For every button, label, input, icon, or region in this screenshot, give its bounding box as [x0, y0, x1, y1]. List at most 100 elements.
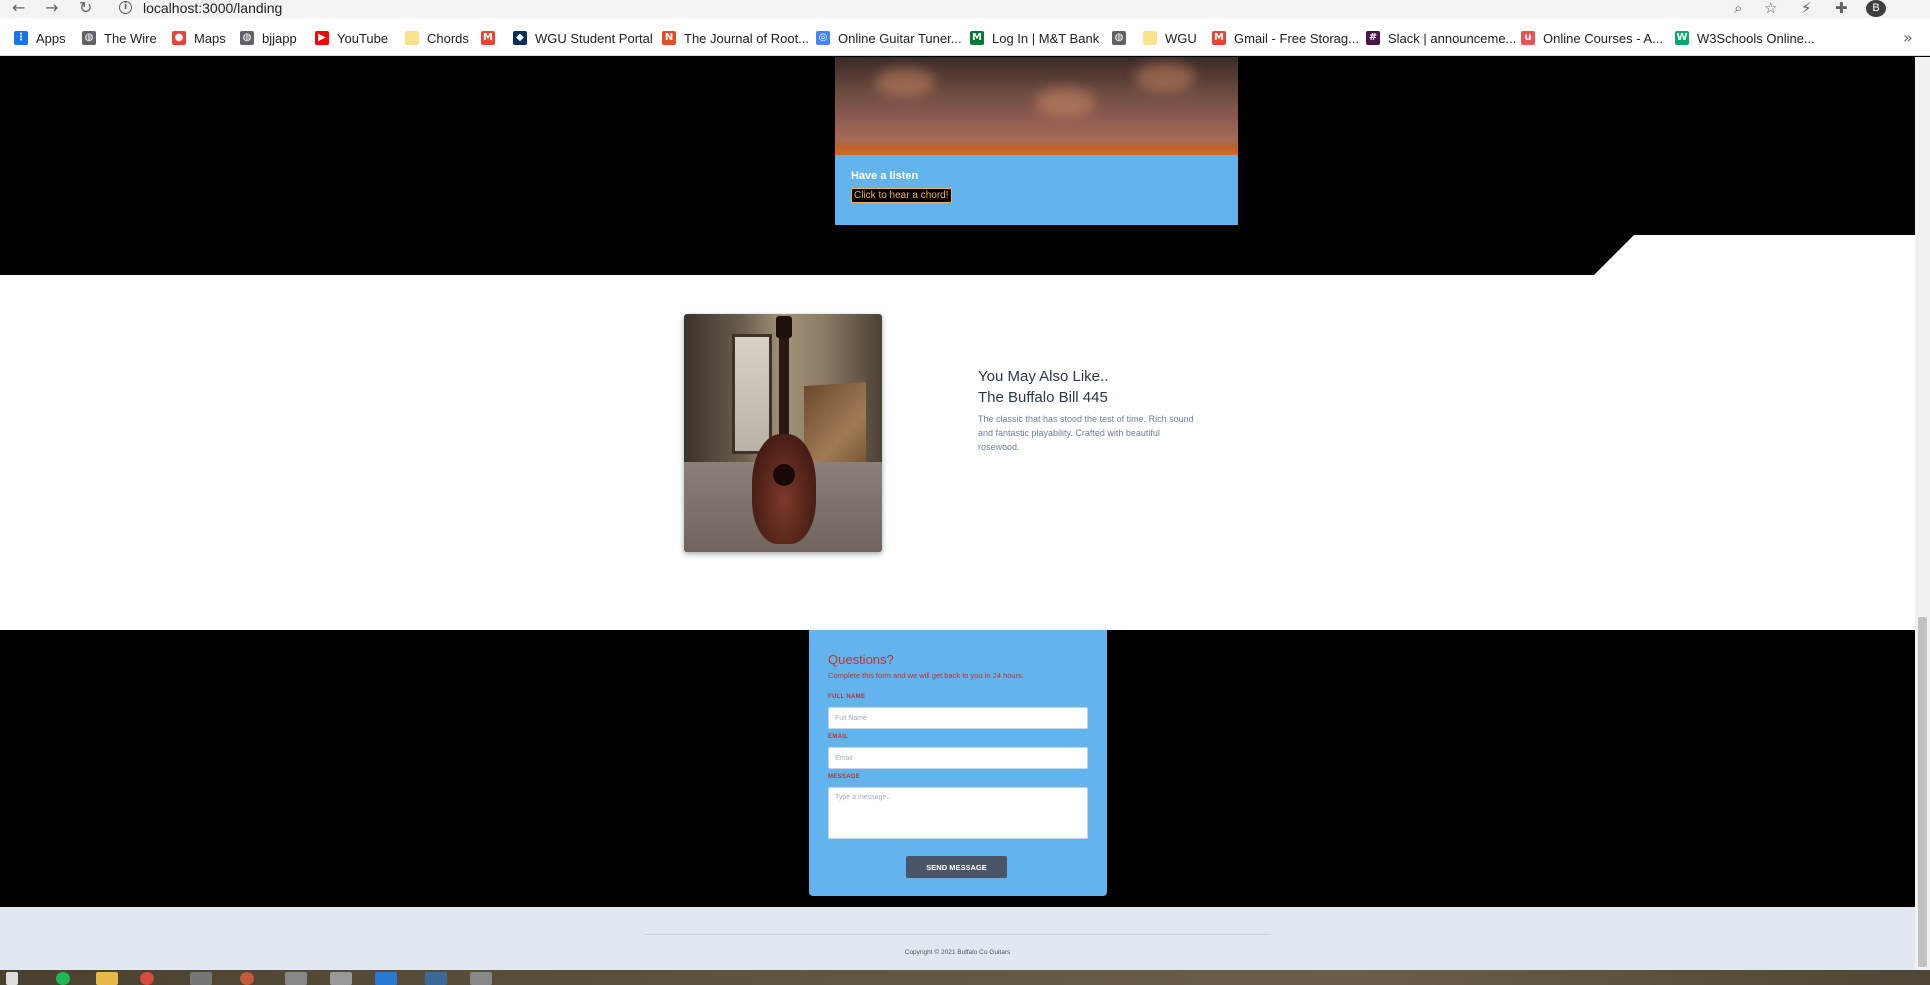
bookmark-item[interactable]: M Log In | M&T Bank: [970, 29, 1099, 47]
page-scrollbar[interactable]: [1915, 57, 1930, 970]
youtube-icon: ▶: [315, 31, 329, 45]
windows-start-icon[interactable]: [6, 972, 18, 985]
udemy-icon: u: [1521, 31, 1535, 45]
bookmark-item[interactable]: N The Journal of Root...: [662, 29, 809, 47]
spotify-icon[interactable]: [56, 972, 70, 985]
apps-grid-icon: ⋮: [14, 31, 28, 45]
bookmark-item[interactable]: ⋮ Apps: [14, 29, 66, 47]
forward-arrow-icon[interactable]: →: [45, 0, 58, 16]
message-label: MESSAGE: [828, 774, 861, 780]
bookmark-label: The Journal of Root...: [684, 30, 810, 46]
bookmark-label: WGU Student Portal: [535, 30, 653, 46]
gmail-icon: M: [481, 31, 495, 45]
bookmark-item[interactable]: ◍ bjjapp: [240, 29, 297, 47]
hear-chord-button[interactable]: Click to hear a chord!: [851, 188, 952, 203]
email-input[interactable]: [828, 747, 1088, 769]
gmail-icon: M: [1212, 31, 1226, 45]
bookmark-label: WGU: [1165, 30, 1197, 46]
contact-section: Questions? Complete this form and we wil…: [0, 630, 1915, 907]
bookmark-item[interactable]: M: [481, 29, 503, 47]
bookmark-label: Log In | M&T Bank: [992, 30, 1100, 46]
bookmark-item[interactable]: Chords: [405, 29, 469, 47]
section-divider-slant: [1594, 235, 1915, 275]
bookmark-item[interactable]: WGU: [1143, 29, 1197, 47]
bookmark-label: Gmail - Free Storag...: [1234, 30, 1359, 46]
bookmark-item[interactable]: ● Maps: [172, 29, 226, 47]
bookmark-item[interactable]: ◆ WGU Student Portal: [513, 29, 653, 47]
scrollbar-thumb[interactable]: [1918, 617, 1927, 967]
bookmark-item[interactable]: ◍ The Wire: [82, 29, 157, 47]
back-arrow-icon[interactable]: ←: [12, 0, 25, 16]
footer-copyright: Copyright © 2021 Buffalo Co Guitars: [904, 949, 1011, 956]
product-description: The classic that has stood the test of t…: [978, 414, 1194, 452]
url-field[interactable]: localhost:3000/landing: [143, 0, 282, 16]
footer: Copyright © 2021 Buffalo Co Guitars: [0, 907, 1915, 970]
bookmark-item[interactable]: W W3Schools Online...: [1675, 29, 1815, 47]
os-taskbar: [0, 970, 1930, 985]
send-message-button[interactable]: SEND MESSAGE: [906, 856, 1007, 878]
fullname-label: FULL NAME: [828, 694, 866, 700]
tuner-icon: ◎: [816, 31, 830, 45]
bookmark-item[interactable]: ◍: [1112, 29, 1134, 47]
form-subtitle: Complete this form and we will get back …: [828, 671, 1024, 680]
zoom-icon[interactable]: ⌕: [1734, 0, 1742, 16]
file-explorer-icon[interactable]: [96, 972, 118, 985]
bookmark-item[interactable]: ◎ Online Guitar Tuner...: [816, 29, 962, 47]
bookmark-label: Online Guitar Tuner...: [838, 30, 962, 46]
nd-icon: N: [662, 31, 676, 45]
taskbar-app-icon[interactable]: [190, 972, 212, 985]
bookmark-label: Online Courses - A...: [1543, 30, 1663, 46]
site-info-icon[interactable]: i: [119, 1, 132, 14]
globe-icon: ◍: [240, 31, 254, 45]
guitar-product-image: [684, 314, 882, 552]
bookmark-item[interactable]: # Slack | announceme...: [1366, 29, 1516, 47]
listen-card-title: Have a listen: [851, 170, 919, 182]
bookmark-item[interactable]: M Gmail - Free Storag...: [1212, 29, 1359, 47]
taskbar-app-icon[interactable]: [240, 972, 254, 985]
listen-section: Have a listen Click to hear a chord!: [0, 57, 1915, 275]
form-title: Questions?: [828, 652, 894, 667]
bookmark-label: bjjapp: [262, 30, 297, 46]
taskbar-app-icon[interactable]: [285, 972, 307, 985]
product-name: The Buffalo Bill 445: [978, 389, 1108, 406]
bookmark-label: Apps: [36, 30, 66, 46]
bookmark-item[interactable]: u Online Courses - A...: [1521, 29, 1663, 47]
bookmark-item[interactable]: ▶ YouTube: [315, 29, 388, 47]
bookmark-label: Chords: [427, 30, 469, 46]
maps-pin-icon: ●: [172, 31, 186, 45]
bookmark-label: W3Schools Online...: [1697, 30, 1815, 46]
listen-card: Have a listen Click to hear a chord!: [835, 155, 1238, 225]
also-like-title: You May Also Like..: [978, 368, 1109, 385]
also-like-section: You May Also Like.. The Buffalo Bill 445…: [0, 275, 1915, 630]
bookmark-star-icon[interactable]: ☆: [1764, 0, 1777, 16]
email-label: EMAIL: [828, 734, 849, 740]
extensions-puzzle-icon[interactable]: ✚: [1835, 0, 1848, 16]
extension-icon[interactable]: ⚡: [1801, 0, 1812, 16]
page-content: Have a listen Click to hear a chord! You…: [0, 57, 1915, 907]
fullname-input[interactable]: [828, 707, 1088, 729]
slack-icon: #: [1366, 31, 1380, 45]
mt-bank-icon: M: [970, 31, 984, 45]
bookmark-label: YouTube: [337, 30, 389, 46]
bookmark-label: Slack | announceme...: [1388, 30, 1517, 46]
taskbar-app-icon[interactable]: [425, 972, 447, 985]
bookmark-label: Maps: [194, 30, 226, 46]
owl-icon: ◆: [513, 31, 527, 45]
chrome-taskbar-icon[interactable]: [140, 972, 154, 985]
taskbar-app-icon[interactable]: [470, 972, 492, 985]
message-textarea[interactable]: [828, 787, 1088, 839]
w3schools-icon: W: [1675, 31, 1689, 45]
bookmark-label: The Wire: [104, 30, 157, 46]
footer-divider: [645, 934, 1271, 935]
reload-icon[interactable]: ↻: [79, 0, 92, 16]
taskbar-app-icon[interactable]: [330, 972, 352, 985]
vscode-icon[interactable]: [375, 972, 397, 985]
listen-card-image: [835, 57, 1238, 155]
bookmarks-overflow-icon[interactable]: »: [1903, 28, 1913, 47]
globe-icon: ◍: [1112, 31, 1126, 45]
profile-avatar[interactable]: B: [1866, 0, 1886, 17]
folder-icon: [1143, 31, 1157, 45]
also-like-heading: You May Also Like.. The Buffalo Bill 445: [978, 366, 1108, 408]
bookmarks-bar: ⋮ Apps ◍ The Wire ● Maps ◍ bjjapp ▶ YouTube Chords…: [0, 18, 1930, 56]
browser-address-bar: ← → ↻ i localhost:3000/landing ⌕ ☆ ⚡ ✚ B: [0, 0, 1930, 18]
